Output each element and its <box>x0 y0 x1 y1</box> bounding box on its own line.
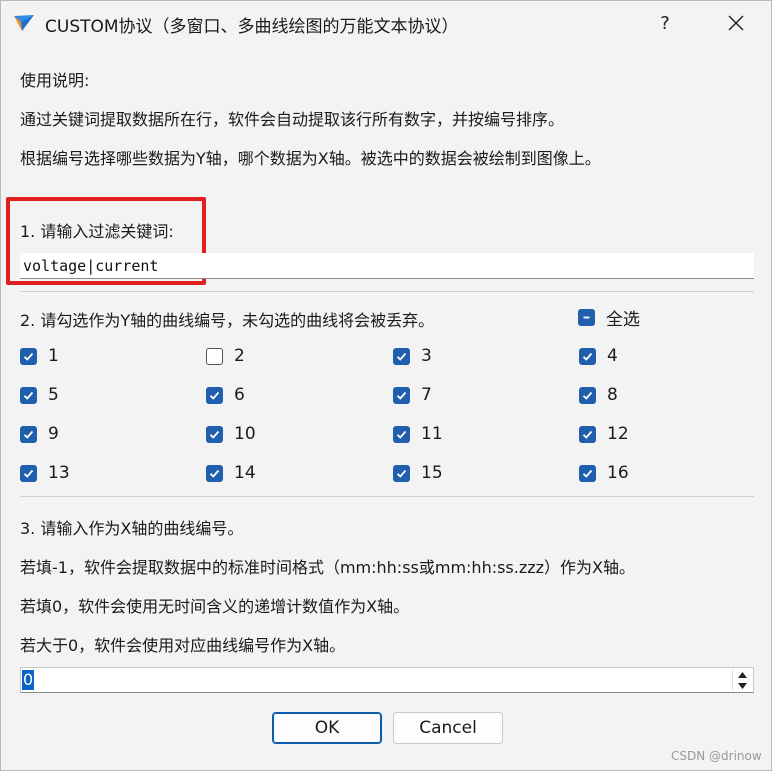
divider <box>20 496 754 497</box>
close-button[interactable] <box>716 9 756 37</box>
checkmark-icon <box>20 464 37 482</box>
curve-checkbox-9[interactable]: 9 <box>20 423 59 445</box>
x-axis-note-1: 若填-1，软件会提取数据中的标准时间格式（mm:hh:ss或mm:hh:ss.z… <box>20 558 636 577</box>
select-all-label: 全选 <box>606 309 640 330</box>
curve-checkbox-label: 7 <box>421 385 432 405</box>
curve-checkbox-label: 10 <box>234 424 256 444</box>
curve-checkbox-10[interactable]: 10 <box>206 423 256 445</box>
custom-protocol-dialog: CUSTOM协议（多窗口、多曲线绘图的万能文本协议） ? 使用说明: 通过关键词… <box>0 0 772 771</box>
curve-checkbox-6[interactable]: 6 <box>206 384 245 406</box>
checkmark-icon <box>579 386 596 404</box>
curve-checkbox-label: 5 <box>48 385 59 405</box>
curve-checkbox-label: 8 <box>607 385 618 405</box>
filter-keyword-label: 1. 请输入过滤关键词: <box>20 222 174 241</box>
filter-keyword-input[interactable] <box>20 253 754 279</box>
title-bar: CUSTOM协议（多窗口、多曲线绘图的万能文本协议） ? <box>1 1 771 45</box>
divider <box>20 291 754 292</box>
checkmark-icon <box>206 386 223 404</box>
curve-checkbox-15[interactable]: 15 <box>393 462 443 484</box>
curve-checkbox-label: 6 <box>234 385 245 405</box>
instructions-heading: 使用说明: <box>20 71 90 90</box>
close-icon <box>728 15 744 31</box>
curve-checkbox-11[interactable]: 11 <box>393 423 443 445</box>
chevron-up-icon <box>737 671 747 678</box>
empty-checkbox-icon <box>206 347 223 365</box>
x-axis-spinbox-value[interactable]: 0 <box>22 670 35 690</box>
y-axis-section-label: 2. 请勾选作为Y轴的曲线编号，未勾选的曲线将会被丢弃。 <box>20 311 435 330</box>
curve-checkbox-3[interactable]: 3 <box>393 345 432 367</box>
curve-checkbox-label: 16 <box>607 463 629 483</box>
x-axis-note-3: 若大于0，软件会使用对应曲线编号作为X轴。 <box>20 636 346 655</box>
curve-checkbox-5[interactable]: 5 <box>20 384 59 406</box>
watermark: CSDN @drinow <box>671 749 762 763</box>
curve-checkbox-7[interactable]: 7 <box>393 384 432 406</box>
checkmark-icon <box>20 386 37 404</box>
curve-checkbox-1[interactable]: 1 <box>20 345 59 367</box>
x-axis-note-2: 若填0，软件会使用无时间含义的递增计数值作为X轴。 <box>20 597 410 616</box>
instructions-line-1: 通过关键词提取数据所在行，软件会自动提取该行所有数字，并按编号排序。 <box>20 110 565 129</box>
curve-checkbox-label: 13 <box>48 463 70 483</box>
curve-checkbox-label: 2 <box>234 346 245 366</box>
checkmark-icon <box>20 347 37 365</box>
curve-checkbox-label: 14 <box>234 463 256 483</box>
checkmark-icon <box>206 425 223 443</box>
x-axis-spinbox[interactable]: 0 <box>20 667 754 693</box>
help-button[interactable]: ? <box>645 9 685 37</box>
checkmark-icon <box>579 425 596 443</box>
checkmark-icon <box>579 347 596 365</box>
instructions-line-2: 根据编号选择哪些数据为Y轴，哪个数据为X轴。被选中的数据会被绘制到图像上。 <box>20 149 601 168</box>
app-logo-icon <box>14 15 34 31</box>
checkmark-icon <box>579 464 596 482</box>
checkmark-icon <box>393 386 410 404</box>
spinbox-arrows <box>732 669 751 691</box>
spin-down-button[interactable] <box>733 680 751 691</box>
select-all-checkbox[interactable]: 全选 <box>578 306 640 330</box>
curve-checkbox-2[interactable]: 2 <box>206 345 245 367</box>
spin-up-button[interactable] <box>733 669 751 680</box>
indeterminate-icon <box>578 308 595 326</box>
checkmark-icon <box>20 425 37 443</box>
curve-checkbox-label: 3 <box>421 346 432 366</box>
curve-checkbox-4[interactable]: 4 <box>579 345 618 367</box>
ok-button[interactable]: OK <box>272 712 382 744</box>
x-axis-section-label: 3. 请输入作为X轴的曲线编号。 <box>20 519 244 538</box>
curve-checkbox-label: 9 <box>48 424 59 444</box>
curve-checkbox-label: 15 <box>421 463 443 483</box>
checkmark-icon <box>206 464 223 482</box>
curve-checkbox-12[interactable]: 12 <box>579 423 629 445</box>
chevron-down-icon <box>737 682 747 689</box>
curve-checkbox-13[interactable]: 13 <box>20 462 70 484</box>
curve-checkbox-14[interactable]: 14 <box>206 462 256 484</box>
curve-checkbox-label: 12 <box>607 424 629 444</box>
cancel-button[interactable]: Cancel <box>393 712 503 744</box>
checkmark-icon <box>393 347 410 365</box>
curve-checkbox-8[interactable]: 8 <box>579 384 618 406</box>
checkmark-icon <box>393 464 410 482</box>
curve-checkbox-label: 1 <box>48 346 59 366</box>
curve-checkbox-16[interactable]: 16 <box>579 462 629 484</box>
checkmark-icon <box>393 425 410 443</box>
curve-checkbox-label: 11 <box>421 424 443 444</box>
window-title: CUSTOM协议（多窗口、多曲线绘图的万能文本协议） <box>45 17 459 37</box>
curve-checkbox-label: 4 <box>607 346 618 366</box>
